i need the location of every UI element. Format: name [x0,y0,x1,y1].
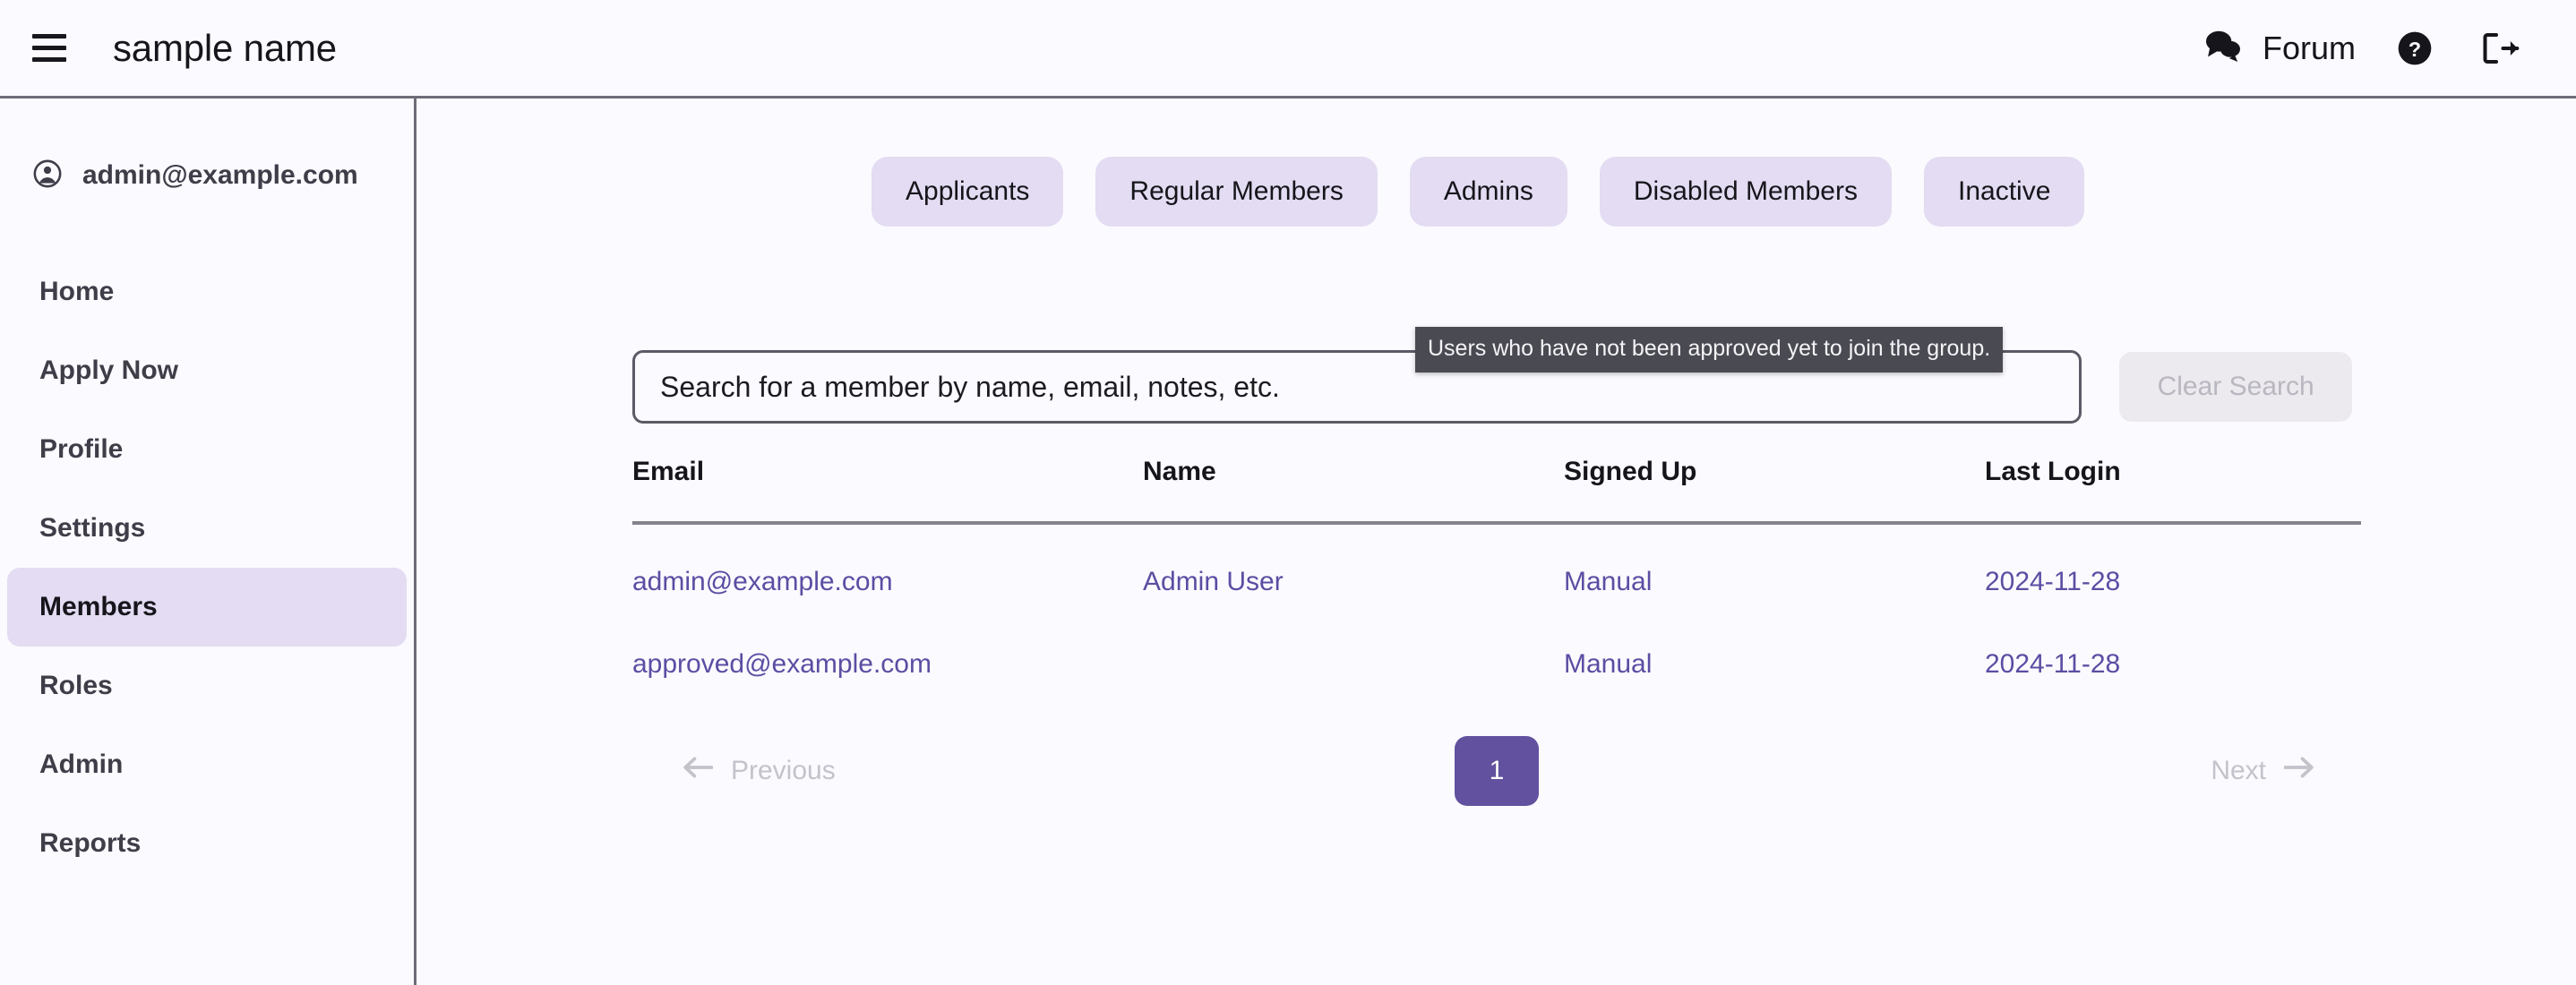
cell-signed-up[interactable]: Manual [1564,567,1652,596]
members-table-header: Email Name Signed Up Last Login [632,457,2361,525]
sidebar-item-settings[interactable]: Settings [7,489,407,568]
tab-inactive[interactable]: Inactive [1923,157,2085,227]
sidebar-item-roles[interactable]: Roles [7,647,407,725]
pagination-page-1[interactable]: 1 [1455,736,1539,806]
column-header-email: Email [632,457,1143,525]
tab-disabled-members[interactable]: Disabled Members [1599,157,1892,227]
sidebar-nav: Home Apply Now Profile Settings Members … [0,253,414,883]
sidebar-item-apply-now[interactable]: Apply Now [7,331,407,410]
tab-admins[interactable]: Admins [1409,157,1567,227]
pagination: Previous 1 Next [632,736,2361,806]
pagination-next-button[interactable]: Next [2187,743,2338,799]
sidebar-item-profile[interactable]: Profile [7,410,407,489]
tab-regular-members[interactable]: Regular Members [1095,157,1378,227]
sidebar-item-reports[interactable]: Reports [7,804,407,883]
table-header-row: Email Name Signed Up Last Login [632,457,2361,525]
sidebar-item-label: Members [39,592,158,621]
table-row[interactable]: approved@example.com Manual 2024-11-28 [632,602,2361,681]
sidebar-item-label: Settings [39,513,146,543]
members-table-body: admin@example.com Admin User Manual 2024… [632,523,2361,681]
arrow-left-icon [683,756,714,786]
app-root: sample name Forum ? admin@example.com Ho… [0,0,2576,985]
sidebar-account[interactable]: admin@example.com [0,149,414,202]
tooltip-applicants: Users who have not been approved yet to … [1415,327,2004,373]
cell-name[interactable]: Admin User [1143,567,1284,596]
pagination-previous-label: Previous [731,756,836,785]
cell-email[interactable]: approved@example.com [632,649,932,679]
app-header: sample name Forum ? [0,0,2576,98]
logout-icon[interactable] [2458,17,2544,80]
sidebar-item-members[interactable]: Members [7,568,407,647]
account-circle-icon [32,158,63,193]
sidebar-item-label: Reports [39,828,142,858]
sidebar-item-label: Admin [39,749,124,779]
sidebar-item-label: Home [39,277,115,306]
member-filter-tabs: Applicants Regular Members Admins Disabl… [872,157,2085,227]
pagination-previous-button[interactable]: Previous [659,743,859,799]
cell-signed-up[interactable]: Manual [1564,649,1652,679]
forum-label: Forum [2262,29,2356,66]
tab-applicants[interactable]: Applicants [872,157,1064,227]
forum-link[interactable]: Forum [2187,20,2372,76]
column-header-signed-up: Signed Up [1564,457,1985,525]
column-header-name: Name [1143,457,1564,525]
members-table: Email Name Signed Up Last Login admin@ex… [632,457,2361,681]
table-row[interactable]: admin@example.com Admin User Manual 2024… [632,523,2361,602]
svg-text:?: ? [2409,38,2421,61]
hamburger-icon[interactable] [21,21,77,76]
main-content: Applicants Regular Members Admins Disabl… [419,98,2576,985]
sidebar: admin@example.com Home Apply Now Profile… [0,98,416,985]
cell-last-login[interactable]: 2024-11-28 [1985,567,2120,596]
help-circle-icon[interactable]: ? [2372,17,2458,80]
clear-search-button[interactable]: Clear Search [2119,352,2352,422]
sidebar-item-label: Apply Now [39,355,178,385]
cell-last-login[interactable]: 2024-11-28 [1985,649,2120,679]
cell-email[interactable]: admin@example.com [632,567,893,596]
page-title: sample name [113,26,337,69]
sidebar-item-label: Roles [39,671,113,700]
account-email: admin@example.com [82,160,358,190]
sidebar-item-label: Profile [39,434,124,464]
chat-bubbles-icon [2203,29,2243,67]
column-header-last-login: Last Login [1985,457,2361,525]
arrow-right-icon [2283,756,2314,786]
header-actions: Forum ? [2187,17,2576,80]
sidebar-item-home[interactable]: Home [7,253,407,331]
pagination-next-label: Next [2211,756,2266,785]
sidebar-item-admin[interactable]: Admin [7,725,407,804]
